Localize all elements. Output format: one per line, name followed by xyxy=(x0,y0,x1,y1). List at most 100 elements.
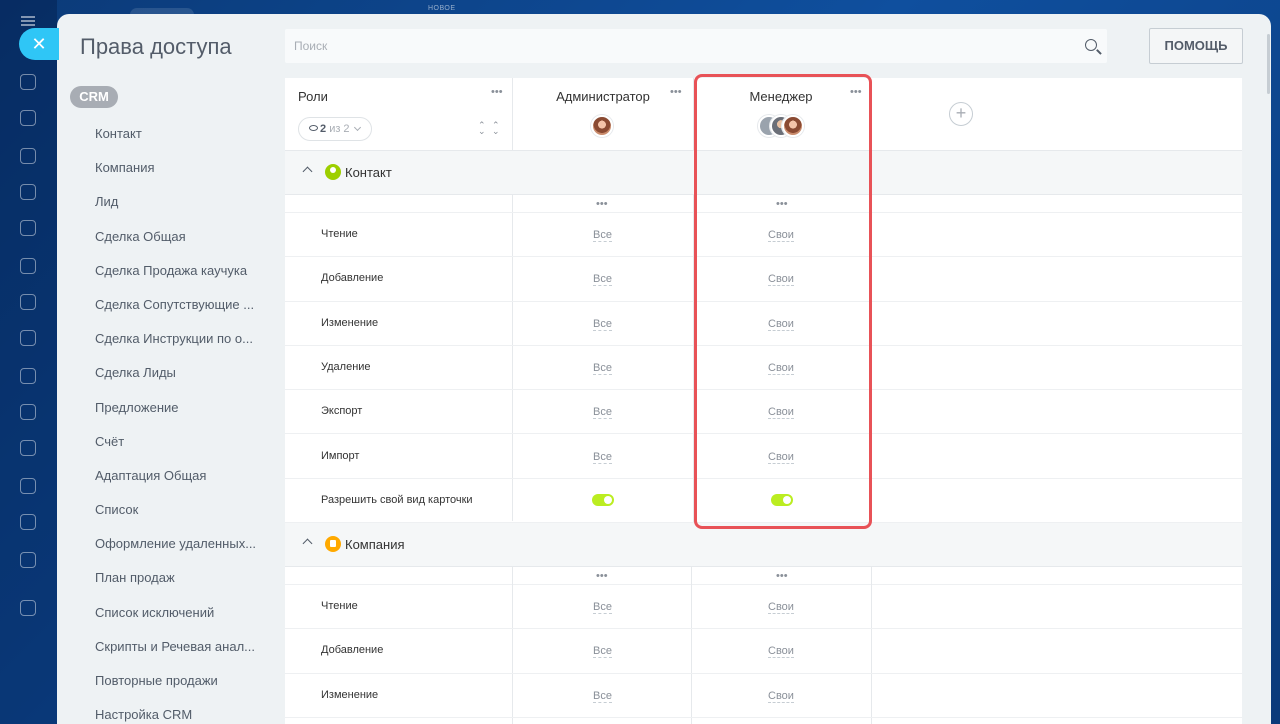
documents-icon[interactable] xyxy=(20,220,36,236)
permission-label: Добавление xyxy=(321,272,384,285)
crm-section-tag[interactable]: CRM xyxy=(70,86,118,108)
more-icon[interactable]: ••• xyxy=(596,571,608,582)
menu-item[interactable]: Настройка CRM xyxy=(95,698,265,724)
permission-value[interactable]: Все xyxy=(593,318,612,331)
more-icon[interactable]: ••• xyxy=(670,87,682,98)
permission-value[interactable]: Свои xyxy=(768,229,794,242)
menu-item[interactable]: Оформление удаленных... xyxy=(95,527,265,561)
cart-icon[interactable] xyxy=(20,552,36,568)
column-divider xyxy=(870,78,871,151)
permission-value[interactable]: Свои xyxy=(768,362,794,375)
menu-item[interactable]: Лид xyxy=(95,185,265,219)
table-row: Изменение Все Свои xyxy=(285,674,1242,718)
table-row: Разрешить свой вид карточки xyxy=(285,479,1242,524)
calendar-grid-icon[interactable] xyxy=(20,440,36,456)
groups-icon[interactable] xyxy=(20,478,36,494)
checklist-icon[interactable] xyxy=(20,404,36,420)
table-row: Удаление Все Свои xyxy=(285,346,1242,391)
chevron-up-icon[interactable] xyxy=(302,538,313,549)
menu-item[interactable]: Сделка Сопутствующие ... xyxy=(95,288,265,322)
menu-item[interactable]: Скрипты и Речевая анал... xyxy=(95,630,265,664)
table-row: Изменение Все Свои xyxy=(285,302,1242,346)
tasks-icon[interactable] xyxy=(20,110,36,126)
close-slider-button[interactable]: ✕ xyxy=(19,28,59,60)
permission-value[interactable]: Свои xyxy=(768,645,794,659)
menu-item[interactable]: Сделка Общая xyxy=(95,220,265,254)
scrollbar[interactable] xyxy=(1267,34,1270,94)
chat-icon[interactable] xyxy=(20,148,36,164)
role-title-admin[interactable]: Администратор xyxy=(513,89,693,104)
table-row: Добавление Все Свои xyxy=(285,257,1242,302)
permission-label: Удаление xyxy=(321,360,371,373)
avatar[interactable] xyxy=(591,115,613,137)
menu-item[interactable]: Сделка Инструкции по о... xyxy=(95,322,265,356)
roles-filter[interactable]: 2 из 2 xyxy=(298,117,372,141)
permission-value[interactable]: Все xyxy=(593,690,612,703)
permission-value[interactable]: Все xyxy=(593,601,612,614)
help-button[interactable]: ПОМОЩЬ xyxy=(1149,28,1243,64)
menu-item[interactable]: Предложение xyxy=(95,391,265,425)
settings-icon[interactable] xyxy=(20,600,36,616)
menu-item[interactable]: План продаж xyxy=(95,561,265,595)
permission-value[interactable]: Свои xyxy=(768,690,794,703)
permission-value[interactable]: Все xyxy=(593,229,612,242)
add-role-button[interactable]: + xyxy=(949,102,973,126)
permission-value[interactable]: Все xyxy=(593,451,612,464)
menu-item[interactable]: Контакт xyxy=(95,117,265,151)
menu-item[interactable]: Компания xyxy=(95,151,265,185)
expand-all-icon[interactable]: ⌃ ⌄ xyxy=(492,121,502,136)
permission-value[interactable]: Все xyxy=(593,362,612,375)
more-icon[interactable]: ••• xyxy=(596,199,608,210)
activity-icon[interactable] xyxy=(20,74,36,90)
more-icon[interactable]: ••• xyxy=(776,199,788,210)
custom-card-toggle[interactable] xyxy=(592,493,614,506)
menu-item[interactable]: Повторные продажи xyxy=(95,664,265,698)
menu-item[interactable]: Сделка Лиды xyxy=(95,356,265,390)
menu-item[interactable]: Счёт xyxy=(95,425,265,459)
section-title: Компания xyxy=(345,537,405,552)
permission-value[interactable]: Свои xyxy=(768,273,794,287)
search-icon[interactable] xyxy=(1085,39,1097,51)
more-icon[interactable]: ••• xyxy=(850,87,862,98)
menu-item[interactable]: Адаптация Общая xyxy=(95,459,265,493)
more-icon[interactable]: ••• xyxy=(491,87,503,98)
permission-label: Чтение xyxy=(321,228,358,240)
avatar[interactable] xyxy=(782,115,804,137)
section-header-contact[interactable]: Контакт xyxy=(285,151,1242,195)
target-icon[interactable] xyxy=(20,294,36,310)
search-input[interactable] xyxy=(285,29,1065,63)
access-rights-panel: Права доступа ПОМОЩЬ CRM Контакт Компани… xyxy=(57,14,1271,724)
contacts-icon[interactable] xyxy=(20,330,36,346)
edit-icon[interactable] xyxy=(20,368,36,384)
role-title-manager[interactable]: Менеджер xyxy=(691,89,871,104)
section-header-company[interactable]: Компания xyxy=(285,523,1242,567)
permission-value[interactable]: Все xyxy=(593,406,612,420)
more-icon[interactable]: ••• xyxy=(776,571,788,582)
permission-label: Добавление xyxy=(321,644,384,657)
permission-value[interactable]: Свои xyxy=(768,451,794,464)
custom-card-toggle[interactable] xyxy=(771,493,793,506)
table-row: Экспорт Все Свои xyxy=(285,390,1242,435)
permission-value[interactable]: Все xyxy=(593,273,612,287)
permission-value[interactable]: Все xyxy=(593,645,612,659)
collapse-all-icon[interactable]: ⌃ ⌄ xyxy=(478,121,488,136)
permission-value[interactable]: Свои xyxy=(768,601,794,614)
filter-count: 2 xyxy=(320,123,327,135)
chevron-down-icon xyxy=(353,123,361,132)
column-divider xyxy=(693,78,694,151)
menu-item[interactable]: Список исключений xyxy=(95,596,265,630)
permission-label: Разрешить свой вид карточки xyxy=(321,493,473,506)
contact-icon xyxy=(325,164,341,180)
card-icon[interactable] xyxy=(20,514,36,530)
search-box xyxy=(285,29,1107,63)
crm-icon[interactable] xyxy=(20,258,36,274)
calendar-icon[interactable] xyxy=(20,184,36,200)
menu-icon[interactable] xyxy=(21,16,35,26)
menu-item[interactable]: Список xyxy=(95,493,265,527)
menu-item[interactable]: Сделка Продажа каучука xyxy=(95,254,265,288)
new-badge: НОВОЕ xyxy=(428,5,456,12)
column-divider xyxy=(870,195,871,522)
chevron-up-icon[interactable] xyxy=(302,166,313,177)
permission-value[interactable]: Свои xyxy=(768,318,794,331)
permission-value[interactable]: Свои xyxy=(768,406,794,420)
